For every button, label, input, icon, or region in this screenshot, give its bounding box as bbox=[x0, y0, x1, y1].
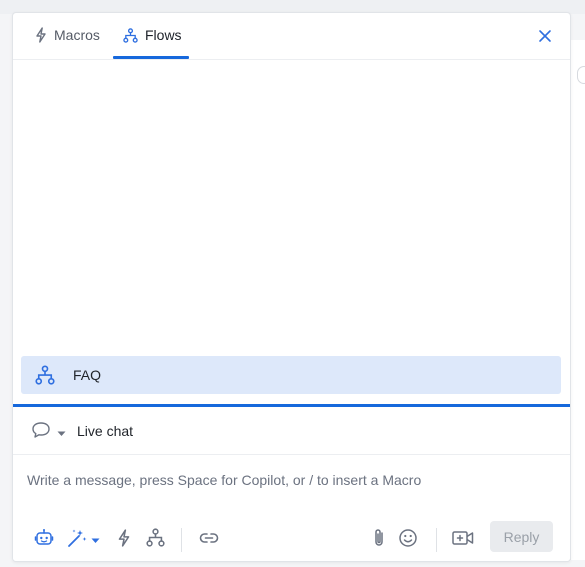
video-call-button[interactable] bbox=[451, 528, 475, 552]
flows-button[interactable] bbox=[143, 528, 167, 552]
flow-icon bbox=[145, 528, 165, 552]
channel-selector[interactable] bbox=[31, 421, 66, 444]
tab-bar: Macros Flows bbox=[13, 13, 570, 60]
lightning-icon bbox=[117, 528, 131, 552]
close-button[interactable] bbox=[534, 27, 556, 49]
attach-file-button[interactable] bbox=[367, 528, 391, 552]
tab-flows[interactable]: Flows bbox=[113, 13, 189, 59]
magic-wand-icon bbox=[66, 528, 88, 553]
reply-button[interactable]: Reply bbox=[490, 521, 553, 552]
side-panel-handle bbox=[577, 66, 585, 84]
chevron-down-icon bbox=[91, 531, 100, 549]
flow-icon bbox=[123, 27, 138, 43]
chevron-down-icon bbox=[57, 424, 66, 442]
toolbar-divider bbox=[436, 528, 437, 552]
close-icon bbox=[538, 29, 552, 48]
emoji-button[interactable] bbox=[396, 528, 420, 552]
toolbar-divider bbox=[181, 528, 182, 552]
flow-item-label: FAQ bbox=[73, 367, 102, 383]
tab-flows-label: Flows bbox=[145, 27, 182, 43]
flow-item-faq[interactable]: FAQ bbox=[21, 356, 561, 394]
copilot-button[interactable] bbox=[32, 528, 56, 552]
link-icon bbox=[199, 531, 219, 549]
emoji-icon bbox=[398, 528, 418, 553]
ai-tools-button[interactable] bbox=[64, 528, 102, 552]
tab-macros[interactable]: Macros bbox=[35, 13, 100, 57]
tab-macros-label: Macros bbox=[54, 27, 100, 43]
background-side-panel bbox=[570, 40, 585, 560]
macros-button[interactable] bbox=[114, 528, 134, 552]
copilot-bot-icon bbox=[34, 528, 54, 553]
video-icon bbox=[452, 530, 474, 551]
message-composer: Live chat Write a message, press Space f… bbox=[13, 404, 570, 561]
channel-label: Live chat bbox=[77, 423, 134, 439]
insert-link-button[interactable] bbox=[197, 528, 221, 552]
macros-flows-panel: Macros Flows FAQ Live chat Write a messa… bbox=[12, 12, 571, 562]
chat-bubble-icon bbox=[31, 421, 51, 444]
channel-bar: Live chat bbox=[13, 407, 570, 455]
message-input[interactable] bbox=[27, 469, 547, 491]
paperclip-icon bbox=[372, 528, 386, 553]
flow-icon bbox=[35, 365, 55, 390]
lightning-icon bbox=[35, 27, 47, 43]
